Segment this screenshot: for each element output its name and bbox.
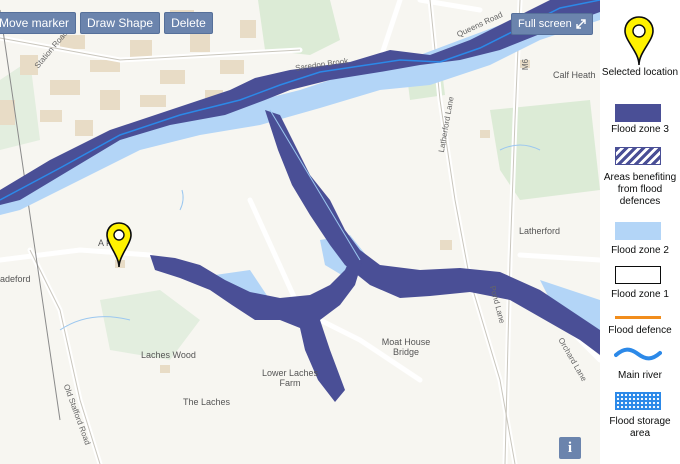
legend-flood-storage: Flood storage area [609,416,671,439]
main-river-swatch [614,347,662,361]
legend-flood-defence: Flood defence [608,325,672,336]
map-toolbar: Move marker Draw Shape Delete [0,12,213,34]
flood-zone-3-swatch [615,104,661,122]
map-label-the-laches: The Laches [183,397,231,407]
legend-flood-zone-1: Flood zone 1 [611,289,669,300]
legend-marker [624,16,654,66]
areas-benefiting-swatch [615,147,661,165]
legend-areas-benefiting: Areas benefiting from flood defences [603,172,677,207]
flood-storage-swatch [615,392,661,410]
map-label-moat-house-bridge: Moat House Bridge [381,337,431,357]
map-label-radeford: adeford [0,274,31,284]
map-label-latherford: Latherford [519,226,561,236]
map-label-calf-heath: Calf Heath [553,70,596,80]
road-label-m6: M6 [521,58,531,71]
legend-flood-zone-2: Flood zone 2 [611,245,669,256]
flood-zone-2-swatch [615,222,661,240]
river-wave-icon [614,347,662,361]
flood-zone-1-swatch [615,266,661,284]
move-marker-button[interactable]: Move marker [0,12,77,34]
draw-shape-button[interactable]: Draw Shape [80,12,161,34]
legend-flood-zone-3: Flood zone 3 [611,124,669,135]
full-screen-label: Full screen [518,18,572,30]
legend-main-river: Main river [618,370,662,381]
map-pin-icon [106,222,132,268]
map-label-laches-wood: Laches Wood [141,350,196,360]
map-pin-icon [624,16,654,66]
map-legend: Selected location Flood zone 3 Areas ben… [600,0,680,464]
info-button[interactable]: i [559,437,581,459]
map-label-lower-laches-farm: Lower Laches Farm [261,368,319,388]
expand-icon [576,19,586,29]
flood-defence-swatch [615,316,661,319]
full-screen-button[interactable]: Full screen [511,13,593,35]
map-canvas[interactable]: Calf Heath Latherford Laches Wood Moat H… [0,0,600,464]
delete-button[interactable]: Delete [164,12,213,34]
selected-location-marker[interactable] [106,222,132,268]
legend-selected-location: Selected location [601,67,679,78]
